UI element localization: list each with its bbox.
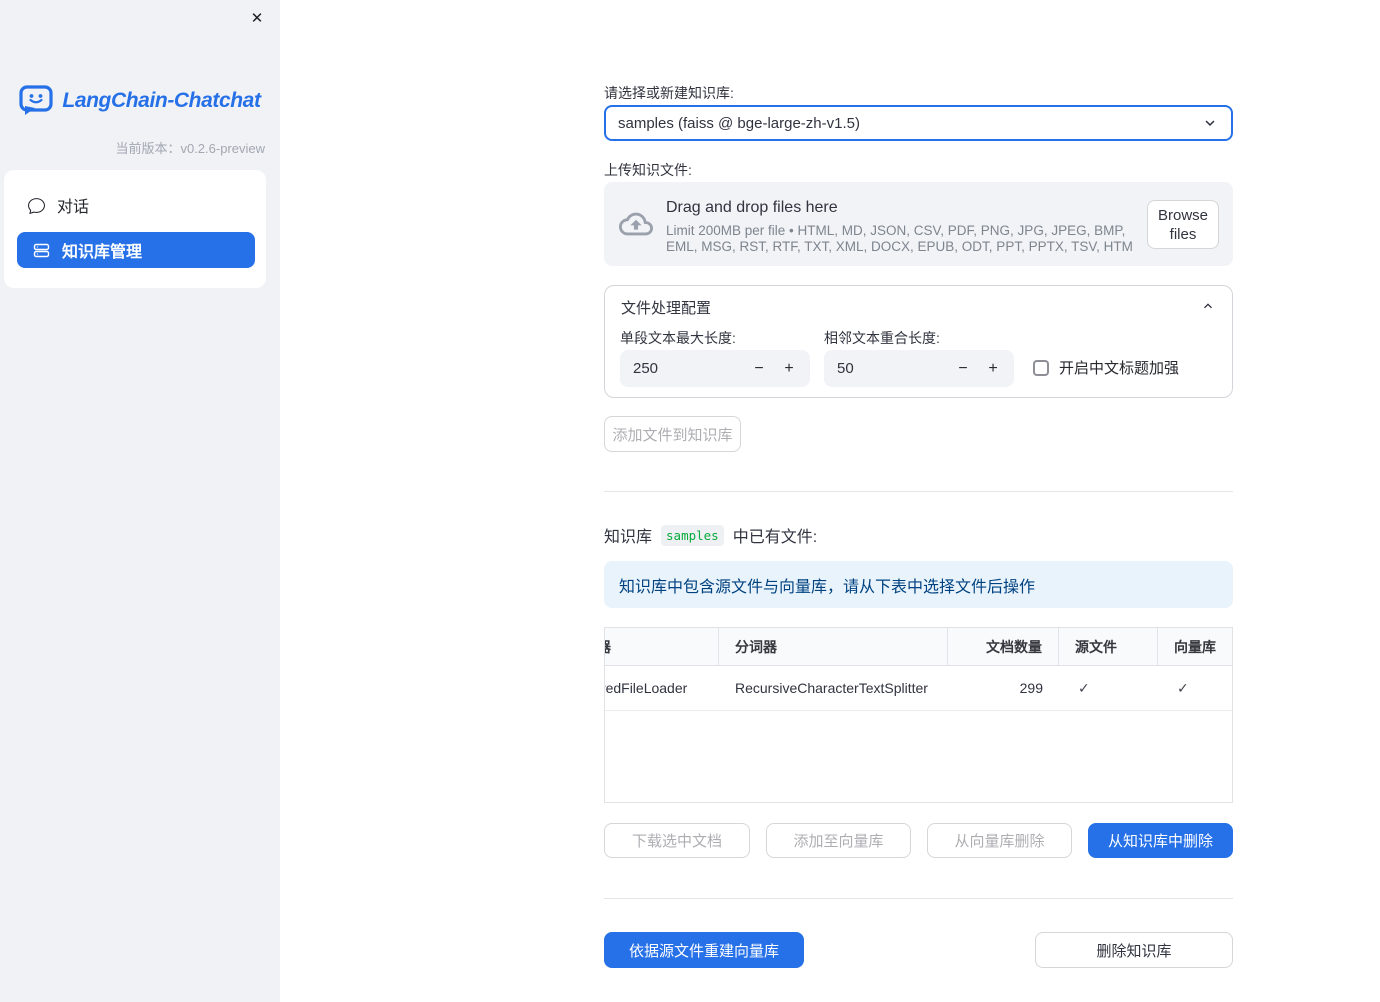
add-files-button[interactable]: 添加文件到知识库	[604, 416, 741, 452]
dropzone-limit-text: Limit 200MB per file • HTML, MD, JSON, C…	[666, 223, 1133, 254]
sidebar-item-knowledge-base[interactable]: 知识库管理	[17, 232, 255, 268]
chevron-down-icon	[1205, 120, 1215, 126]
app-window: ✕ LangChain-Chatchat 当前版本：v0.2.6-preview…	[0, 0, 1380, 1002]
download-selected-button[interactable]: 下载选中文档	[604, 823, 750, 858]
add-to-vector-store-button[interactable]: 添加至向量库	[766, 823, 911, 858]
chevron-up-icon	[1204, 303, 1212, 309]
cell-vector-store-check[interactable]: ✓	[1158, 666, 1232, 710]
table-header: 文档加载器 分词器 文档数量 源文件 向量库	[605, 628, 1232, 666]
kb-select[interactable]: samples (faiss @ bge-large-zh-v1.5)	[604, 105, 1233, 141]
cell-loader[interactable]: UnstructuredFileLoader	[605, 666, 719, 710]
chunk-size-value[interactable]: 250	[633, 360, 744, 377]
kb-name-code: samples	[661, 524, 724, 546]
kb-select-label: 请选择或新建知识库:	[604, 85, 734, 101]
cell-splitter[interactable]: RecursiveCharacterTextSplitter	[719, 666, 948, 710]
zh-title-enhance-checkbox[interactable]: 开启中文标题加强	[1033, 357, 1179, 378]
sidebar-menu: 对话 知识库管理	[4, 170, 266, 288]
chat-icon	[28, 197, 45, 214]
overlap-size-label: 相邻文本重合长度:	[824, 330, 940, 346]
increment-button[interactable]: +	[774, 360, 804, 378]
file-config-expander[interactable]: 文件处理配置 单段文本最大长度: 相邻文本重合长度: 250 − + 50 − …	[604, 285, 1233, 398]
kb-files-prefix: 知识库	[604, 529, 653, 546]
checkbox-box[interactable]	[1033, 359, 1049, 376]
column-header-source-file[interactable]: 源文件	[1059, 628, 1158, 665]
expander-title: 文件处理配置	[621, 300, 712, 317]
column-header-vector-store[interactable]: 向量库	[1158, 628, 1232, 665]
version-label: 当前版本：	[115, 141, 181, 156]
browse-files-button[interactable]: Browse files	[1147, 200, 1219, 249]
delete-from-vector-store-button[interactable]: 从向量库删除	[927, 823, 1072, 858]
column-header-splitter[interactable]: 分词器	[719, 628, 948, 665]
kb-select-value: samples (faiss @ bge-large-zh-v1.5)	[618, 114, 860, 132]
sidebar-item-label: 对话	[57, 199, 90, 216]
delete-from-kb-button[interactable]: 从知识库中删除	[1088, 823, 1233, 858]
chunk-size-input[interactable]: 250 − +	[620, 350, 810, 387]
upload-label: 上传知识文件:	[604, 162, 692, 178]
cloud-upload-icon	[619, 212, 653, 236]
dropzone-title: Drag and drop files here	[666, 199, 838, 216]
main-content: 请选择或新建知识库: samples (faiss @ bge-large-zh…	[604, 0, 1233, 1002]
info-banner: 知识库中包含源文件与向量库，请从下表中选择文件后操作	[604, 561, 1233, 608]
file-dropzone[interactable]: Drag and drop files here Limit 200MB per…	[604, 182, 1233, 266]
overlap-size-input[interactable]: 50 − +	[824, 350, 1014, 387]
chunk-size-label: 单段文本最大长度:	[620, 330, 736, 346]
decrement-button[interactable]: −	[744, 360, 774, 378]
column-header-loader[interactable]: 文档加载器	[605, 628, 719, 665]
sidebar-item-label: 知识库管理	[62, 244, 143, 261]
delete-kb-button[interactable]: 删除知识库	[1035, 932, 1233, 968]
increment-button[interactable]: +	[978, 360, 1008, 378]
version-text: 当前版本：v0.2.6-preview	[115, 138, 265, 157]
kb-files-heading: 知识库 samples 中已有文件:	[604, 523, 817, 547]
logo: LangChain-Chatchat	[0, 85, 280, 117]
close-sidebar-icon[interactable]: ✕	[246, 7, 268, 29]
table-row[interactable]: UnstructuredFileLoader RecursiveCharacte…	[605, 666, 1232, 711]
cell-doc-count[interactable]: 299	[948, 666, 1059, 710]
decrement-button[interactable]: −	[948, 360, 978, 378]
overlap-size-value[interactable]: 50	[837, 360, 948, 377]
logo-text: LangChain-Chatchat	[62, 89, 261, 112]
chatchat-logo-icon	[19, 85, 54, 115]
rebuild-vector-store-button[interactable]: 依据源文件重建向量库	[604, 932, 804, 968]
table-inner: 文档加载器 分词器 文档数量 源文件 向量库 UnstructuredFileL…	[605, 628, 1232, 711]
divider	[604, 898, 1233, 899]
knowledge-base-icon	[33, 243, 50, 257]
kb-files-table[interactable]: 文档加载器 分词器 文档数量 源文件 向量库 UnstructuredFileL…	[604, 627, 1233, 803]
sidebar: ✕ LangChain-Chatchat 当前版本：v0.2.6-preview…	[0, 0, 280, 1002]
checkbox-label: 开启中文标题加强	[1059, 360, 1180, 377]
column-header-doc-count[interactable]: 文档数量	[948, 628, 1059, 665]
divider	[604, 491, 1233, 492]
cell-source-file-check[interactable]: ✓	[1059, 666, 1158, 710]
kb-files-suffix: 中已有文件:	[732, 529, 818, 546]
version-value: v0.2.6-preview	[180, 141, 265, 156]
sidebar-item-dialogue[interactable]: 对话	[18, 187, 99, 223]
